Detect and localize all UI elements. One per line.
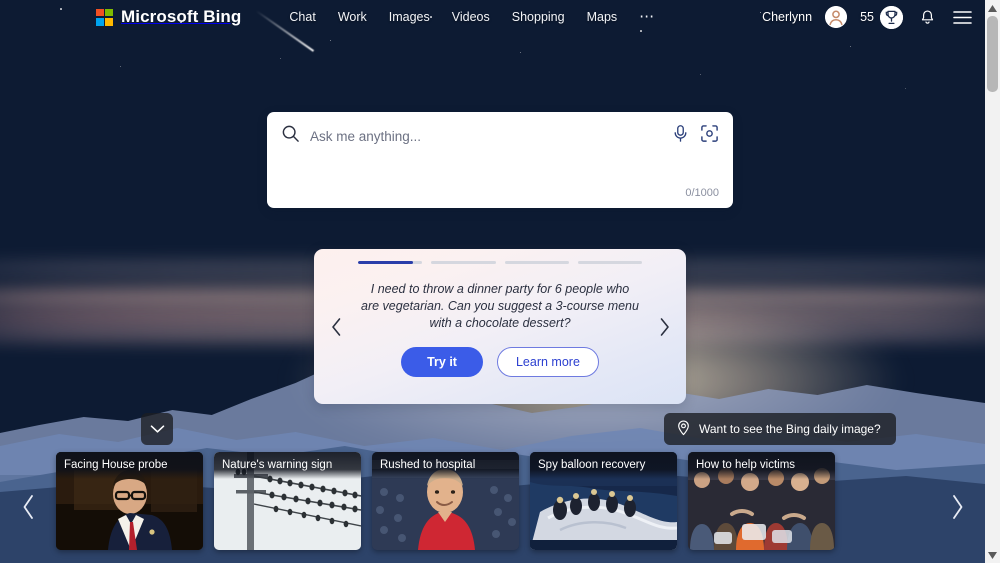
try-it-button[interactable]: Try it xyxy=(401,347,483,377)
progress-segment-3[interactable] xyxy=(504,261,569,264)
daily-image-label: Want to see the Bing daily image? xyxy=(699,422,881,436)
rewards-count: 55 xyxy=(860,10,874,24)
scrollbar-thumb[interactable] xyxy=(987,16,998,92)
nav-item-videos[interactable]: Videos xyxy=(452,10,490,24)
news-card-rushed-to-hospital[interactable]: Rushed to hospital xyxy=(372,452,519,550)
carousel-next-button[interactable] xyxy=(654,314,674,340)
brand-name: Microsoft Bing xyxy=(121,7,242,26)
news-card-facing-house-probe[interactable]: Facing House probe xyxy=(56,452,203,550)
carousel-progress xyxy=(358,261,642,264)
nav-item-work[interactable]: Work xyxy=(338,10,367,24)
suggestion-carousel-card: I need to throw a dinner party for 6 peo… xyxy=(314,249,686,404)
suggestion-actions: Try it Learn more xyxy=(401,347,599,377)
news-next-button[interactable] xyxy=(929,450,985,563)
news-card-list: Facing House probe Nature's warning sign… xyxy=(56,450,929,563)
search-input[interactable] xyxy=(310,128,662,144)
nav-item-shopping[interactable]: Shopping xyxy=(512,10,565,24)
scroll-up-arrow-icon[interactable] xyxy=(985,0,1000,16)
news-card-title: Nature's warning sign xyxy=(214,452,361,479)
chevron-down-icon xyxy=(150,425,164,433)
progress-segment-4[interactable] xyxy=(577,261,642,264)
page-scrollbar[interactable] xyxy=(985,0,1000,563)
user-name: Cherlynn xyxy=(762,10,813,24)
main-navigation: Chat Work Images Videos Shopping Maps ⋯ xyxy=(289,9,656,24)
suggestion-prompt-text: I need to throw a dinner party for 6 peo… xyxy=(361,282,639,330)
visual-search-icon[interactable] xyxy=(700,124,719,148)
news-card-spy-balloon-recovery[interactable]: Spy balloon recovery xyxy=(530,452,677,550)
news-card-title: Facing House probe xyxy=(56,452,203,479)
carousel-prev-button[interactable] xyxy=(326,314,346,340)
microsoft-logo-icon xyxy=(96,8,113,26)
learn-more-button[interactable]: Learn more xyxy=(496,347,599,377)
search-row xyxy=(281,124,719,148)
location-pin-icon xyxy=(676,419,691,439)
bing-daily-image-button[interactable]: Want to see the Bing daily image? xyxy=(664,413,896,445)
rewards-button[interactable]: 55 xyxy=(860,5,903,29)
search-icon xyxy=(281,124,300,148)
news-card-natures-warning-sign[interactable]: Nature's warning sign xyxy=(214,452,361,550)
collapse-feed-button[interactable] xyxy=(141,413,173,445)
progress-segment-2[interactable] xyxy=(431,261,496,264)
ellipsis-icon[interactable]: ⋯ xyxy=(639,9,656,24)
trophy-icon xyxy=(880,5,903,29)
scrollbar-track[interactable] xyxy=(985,16,1000,547)
nav-item-maps[interactable]: Maps xyxy=(587,10,618,24)
search-tools xyxy=(672,124,719,148)
progress-segment-1[interactable] xyxy=(358,261,423,264)
news-prev-button[interactable] xyxy=(0,450,56,563)
header-actions: Cherlynn 55 xyxy=(762,5,973,29)
bell-icon[interactable] xyxy=(916,6,938,28)
character-counter: 0/1000 xyxy=(685,187,719,199)
news-card-title: How to help victims xyxy=(688,452,835,479)
nav-item-images[interactable]: Images xyxy=(389,10,430,24)
bing-logo-link[interactable]: Microsoft Bing xyxy=(96,7,241,27)
search-box[interactable]: 0/1000 xyxy=(267,112,733,208)
site-header: Microsoft Bing Chat Work Images Videos S… xyxy=(0,0,985,34)
hamburger-menu-icon[interactable] xyxy=(951,6,973,28)
search-area: 0/1000 xyxy=(267,112,733,208)
account-avatar-icon[interactable] xyxy=(825,6,848,28)
news-card-how-to-help-victims[interactable]: How to help victims xyxy=(688,452,835,550)
scroll-down-arrow-icon[interactable] xyxy=(985,547,1000,563)
microphone-icon[interactable] xyxy=(672,124,689,148)
chevron-left-icon xyxy=(23,494,33,519)
news-carousel: Facing House probe Nature's warning sign… xyxy=(0,450,985,563)
chevron-right-icon xyxy=(952,494,962,519)
bing-homepage: Microsoft Bing Chat Work Images Videos S… xyxy=(0,0,1000,563)
news-card-title: Spy balloon recovery xyxy=(530,452,677,479)
news-card-title: Rushed to hospital xyxy=(372,452,519,479)
nav-item-chat[interactable]: Chat xyxy=(289,10,315,24)
